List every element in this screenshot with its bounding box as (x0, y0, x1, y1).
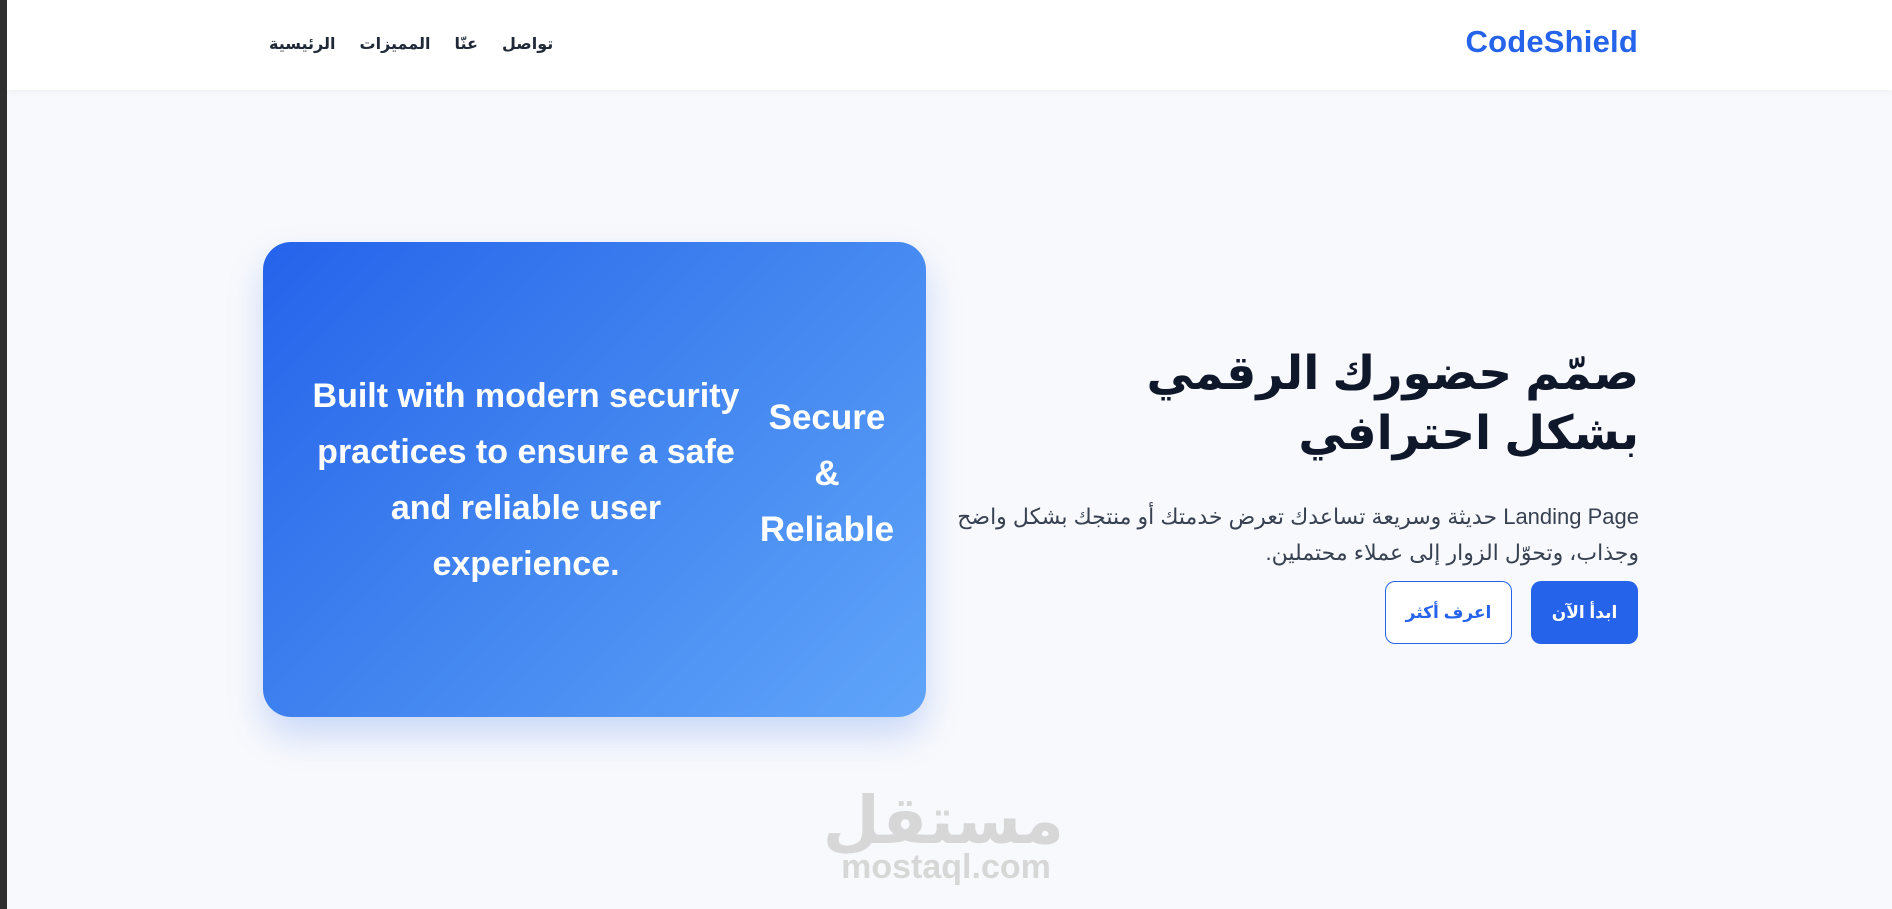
nav-link-about[interactable]: عنّا (455, 34, 478, 54)
card-main-text: Built with modern security practices to … (312, 377, 740, 583)
nav-link-home[interactable]: الرئيسية (269, 34, 336, 54)
hero-description-latin: Landing Page (1503, 504, 1639, 529)
watermark-arabic: مستقل (822, 783, 1064, 857)
card-side-text: Secure & Reliable (752, 390, 902, 558)
card-side-line3: Reliable (759, 510, 895, 549)
start-now-button[interactable]: ابدأ الآن (1531, 581, 1638, 644)
watermark-english: mostaql.com (841, 848, 1051, 886)
hero-card: Built with modern security practices to … (263, 242, 926, 717)
mostaql-watermark: مستقل mostaql.com (822, 783, 1064, 886)
window-edge (0, 0, 7, 909)
nav-link-contact[interactable]: تواصل (502, 34, 553, 54)
top-navbar: CodeShield الرئيسية المميزات عنّا تواصل (7, 0, 1892, 90)
learn-more-button[interactable]: اعرف أكثر (1385, 581, 1512, 644)
nav-links: الرئيسية المميزات عنّا تواصل (269, 34, 553, 54)
card-side-line2: & (814, 454, 840, 493)
brand-logo[interactable]: CodeShield (1465, 24, 1638, 60)
hero-description: Landing Page حديثة وسريعة تساعدك تعرض خد… (939, 499, 1639, 571)
nav-link-features[interactable]: المميزات (360, 34, 431, 54)
card-side-line1: Secure (768, 398, 886, 437)
hero-title: صمّم حضورك الرقمي بشكل احترافي (1146, 346, 1639, 460)
